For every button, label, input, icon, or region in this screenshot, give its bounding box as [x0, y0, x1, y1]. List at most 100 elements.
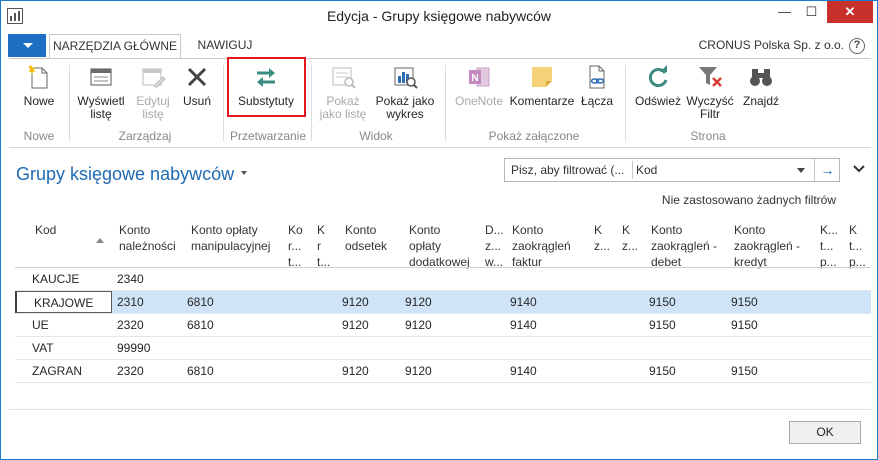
cell-kod[interactable]: ZAGRAN [15, 360, 112, 382]
cell-konto-zaokraglen-debet[interactable]: 9150 [649, 295, 676, 309]
close-button[interactable]: ✕ [827, 1, 873, 23]
cell-konto-zaokraglen-faktur[interactable]: 9140 [510, 295, 537, 309]
help-icon[interactable]: ? [849, 38, 865, 54]
cell-konto-dodatkowej[interactable]: 9120 [405, 295, 432, 309]
onenote-button[interactable]: N OneNote [451, 63, 507, 108]
column-header-ko-r-t[interactable]: Ko r... t... [288, 222, 303, 270]
cell-konto-naleznosci[interactable]: 2320 [117, 318, 144, 332]
tab-navigate[interactable]: NAWIGUJ [189, 34, 261, 58]
cell-kod[interactable]: KRAJOWE [15, 291, 112, 313]
cell-konto-zaokraglen-kredyt[interactable]: 9150 [731, 295, 758, 309]
column-header-konto-naleznosci[interactable]: Konto należności [119, 222, 176, 254]
header-line: Konto [119, 223, 151, 237]
column-header-konto-zaokraglen-debet[interactable]: Konto zaokrągleń - debet [651, 222, 717, 270]
column-header-konto-zaokraglen-kredyt[interactable]: Konto zaokrągleń - kredyt [734, 222, 800, 270]
cell-konto-zaokraglen-faktur[interactable]: 9140 [510, 318, 537, 332]
clear-filter-button[interactable]: Wyczyść Filtr [685, 63, 735, 121]
cell-kod[interactable]: VAT [15, 337, 112, 359]
header-line: należności [119, 239, 176, 253]
comments-button[interactable]: Komentarze [509, 63, 575, 108]
column-header-d-z-w[interactable]: D... z... w... [485, 222, 504, 270]
table-row[interactable]: VAT 99990 [15, 337, 871, 360]
cell-konto-naleznosci[interactable]: 2310 [117, 295, 144, 309]
cell-konto-naleznosci[interactable]: 2320 [117, 364, 144, 378]
table-row-selected[interactable]: KRAJOWE 2310 6810 9120 9120 9140 9150 91… [15, 291, 871, 314]
page-title[interactable]: Grupy księgowe nabywców [16, 164, 234, 185]
column-header-konto-zaokraglen-faktur[interactable]: Konto zaokrągleń faktur [512, 222, 571, 270]
cell-konto-odsetek[interactable]: 9120 [342, 295, 369, 309]
edit-list-label: Edytuj listę [136, 94, 170, 121]
filter-apply-arrow-icon[interactable]: → [814, 159, 840, 181]
refresh-button[interactable]: Odśwież [633, 63, 683, 108]
column-header-konto-oplaty-manipulacyjnej[interactable]: Konto opłaty manipulacyjnej [191, 222, 270, 254]
minimize-button[interactable]: — [771, 1, 798, 23]
find-button[interactable]: Znajdź [739, 63, 783, 108]
list-view-icon [90, 68, 112, 86]
table-row[interactable]: UE 2320 6810 9120 9120 9140 9150 9150 [15, 314, 871, 337]
show-as-chart-button[interactable]: Pokaż jako wykres [373, 63, 437, 121]
cell-konto-dodatkowej[interactable]: 9120 [405, 364, 432, 378]
cell-konto-odsetek[interactable]: 9120 [342, 364, 369, 378]
application-menu-button[interactable] [8, 34, 46, 57]
company-name: CRONUS Polska Sp. z o.o. [698, 38, 844, 52]
show-list-button[interactable]: Wyświetl listę [73, 63, 129, 121]
new-button[interactable]: Nowe [13, 63, 65, 108]
delete-label: Usuń [182, 94, 211, 108]
sticky-note-icon [532, 67, 552, 87]
show-as-list-button[interactable]: Pokaż jako listę [315, 63, 371, 121]
cell-konto-manipulacyjnej[interactable]: 6810 [187, 318, 214, 332]
header-line: Konto [512, 223, 544, 237]
comments-label: Komentarze [509, 94, 575, 108]
cell-konto-naleznosci[interactable]: 2340 [117, 272, 144, 286]
chevron-down-icon[interactable] [797, 168, 805, 173]
cell-konto-zaokraglen-kredyt[interactable]: 9150 [731, 318, 758, 332]
cell-konto-zaokraglen-debet[interactable]: 9150 [649, 318, 676, 332]
collapse-chevron-icon[interactable] [852, 162, 866, 176]
tab-home[interactable]: NARZĘDZIA GŁÓWNE [49, 34, 181, 59]
filter-search-input[interactable]: Pisz, aby filtrować (... [511, 163, 631, 177]
header-line: zaokrągleń - [651, 239, 718, 253]
cell-kod[interactable]: KAUCJE [15, 268, 112, 290]
header-line: K [594, 223, 603, 237]
table-row[interactable]: KAUCJE 2340 [15, 268, 871, 291]
header-line: t... [849, 239, 863, 253]
links-button[interactable]: Łącza [577, 63, 617, 108]
column-header-k-z-2[interactable]: K z... [622, 222, 638, 254]
column-header-konto-oplaty-dodatkowej[interactable]: Konto opłaty dodatkowej [409, 222, 470, 270]
column-header-k-r-t[interactable]: K r t... [317, 222, 330, 270]
cell-konto-manipulacyjnej[interactable]: 6810 [187, 364, 214, 378]
group-view-label: Widok [359, 129, 393, 143]
ok-button[interactable]: OK [789, 421, 861, 444]
cell-konto-manipulacyjnej[interactable]: 6810 [187, 295, 214, 309]
maximize-button[interactable]: ☐ [798, 1, 825, 23]
data-grid: Kod Konto należności Konto opłaty manipu… [15, 211, 871, 421]
column-header-kod[interactable]: Kod [35, 222, 56, 238]
caret-down-icon[interactable] [241, 171, 247, 175]
column-header-k-z-1[interactable]: K z... [594, 222, 610, 254]
column-header-konto-odsetek[interactable]: Konto odsetek [345, 222, 387, 254]
cell-konto-dodatkowej[interactable]: 9120 [405, 318, 432, 332]
delete-button[interactable]: Usuń [177, 63, 217, 108]
header-line: Ko [288, 223, 303, 237]
column-header-k-t-p-2[interactable]: K t... p... [849, 222, 866, 270]
cell-konto-zaokraglen-faktur[interactable]: 9140 [510, 364, 537, 378]
cell-kod[interactable]: UE [15, 314, 112, 336]
chart-search-icon [394, 67, 418, 89]
ribbon-separator [223, 65, 224, 141]
ribbon-tabs: NARZĘDZIA GŁÓWNE NAWIGUJ CRONUS Polska S… [1, 34, 877, 59]
svg-text:N: N [471, 73, 478, 84]
group-manage-label: Zarządzaj [118, 129, 172, 143]
footer-divider [9, 409, 871, 410]
edit-list-button[interactable]: Edytuj listę [131, 63, 175, 121]
cell-konto-zaokraglen-kredyt[interactable]: 9150 [731, 364, 758, 378]
show-list-label: Wyświetl listę [77, 94, 125, 121]
delete-icon [187, 67, 207, 87]
cell-konto-naleznosci[interactable]: 99990 [117, 341, 150, 355]
header-line: Konto [734, 223, 766, 237]
table-row[interactable]: ZAGRAN 2320 6810 9120 9120 9140 9150 915… [15, 360, 871, 383]
cell-konto-zaokraglen-debet[interactable]: 9150 [649, 364, 676, 378]
filter-field-select[interactable]: Kod [636, 163, 657, 177]
header-line: Konto opłaty [191, 223, 258, 237]
column-header-k-t-p-1[interactable]: K... t... p... [820, 222, 838, 270]
cell-konto-odsetek[interactable]: 9120 [342, 318, 369, 332]
